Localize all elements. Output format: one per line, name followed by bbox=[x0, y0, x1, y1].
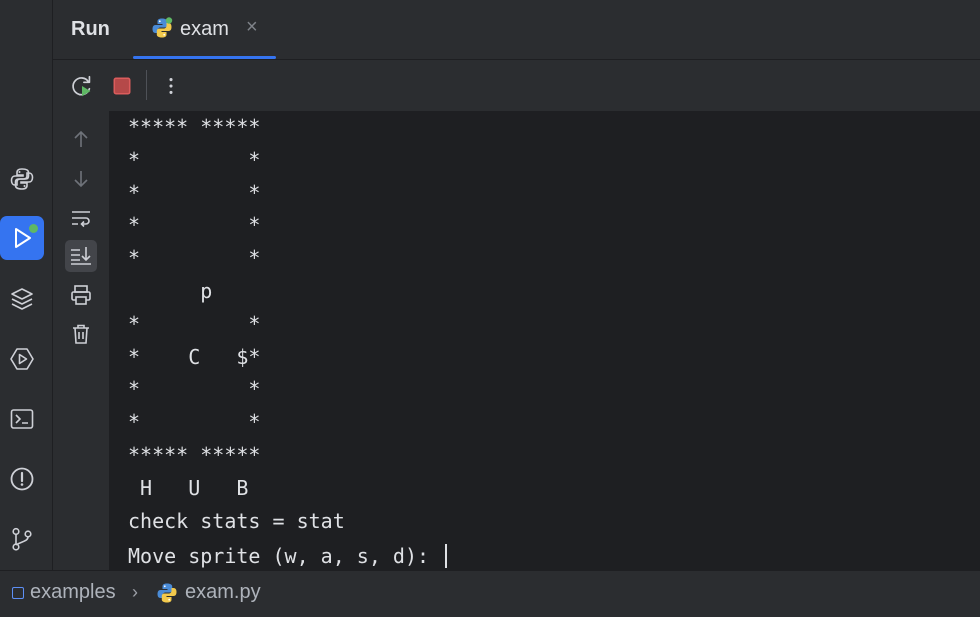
stop-button[interactable] bbox=[108, 72, 136, 100]
active-tab-indicator bbox=[133, 56, 276, 59]
print-button[interactable] bbox=[65, 279, 97, 311]
text-caret bbox=[445, 543, 448, 568]
git-icon bbox=[12, 527, 32, 551]
problems-icon bbox=[10, 467, 34, 491]
tool-window-title: Run bbox=[71, 18, 110, 40]
more-options-icon bbox=[169, 78, 173, 94]
console-line: * * bbox=[128, 246, 261, 271]
python-packages-icon bbox=[10, 168, 34, 190]
soft-wrap-icon bbox=[72, 211, 90, 228]
console-lines: ***** ***** * * * * * * * * p * * * C $*… bbox=[128, 113, 448, 570]
rerun-icon bbox=[72, 75, 91, 97]
run-tool-window-button[interactable] bbox=[0, 216, 44, 260]
problems-button[interactable] bbox=[0, 457, 44, 501]
input-prompt: Move sprite (w, a, s, d): bbox=[128, 543, 442, 568]
console-line: p bbox=[128, 278, 213, 303]
console-output[interactable]: ***** ***** * * * * * * * * p * * * C $*… bbox=[110, 111, 980, 570]
rerun-button[interactable] bbox=[68, 72, 96, 100]
console-line: H U B bbox=[128, 475, 249, 500]
services-icon bbox=[10, 348, 34, 370]
scroll-to-end-button[interactable] bbox=[65, 240, 97, 272]
scroll-to-end-icon bbox=[71, 247, 91, 265]
console-line: * C $* bbox=[128, 344, 261, 369]
console-line: check stats = stat bbox=[128, 508, 345, 533]
input-prompt-line[interactable]: Move sprite (w, a, s, d): bbox=[128, 539, 448, 570]
console-line: * * bbox=[128, 377, 261, 402]
scroll-up-icon bbox=[74, 130, 88, 147]
stop-icon bbox=[113, 77, 131, 95]
console-line: * * bbox=[128, 180, 261, 205]
breadcrumb-file[interactable]: exam.py bbox=[156, 581, 261, 604]
console-line: * * bbox=[128, 147, 261, 172]
soft-wrap-button[interactable] bbox=[65, 203, 97, 235]
console-line: ***** ***** bbox=[128, 442, 261, 467]
run-tool-window-header: Run exam × bbox=[53, 0, 980, 60]
run-toolbar bbox=[53, 60, 980, 111]
python-packages-button[interactable] bbox=[0, 157, 44, 201]
python-file-icon bbox=[152, 17, 173, 38]
scroll-down-icon bbox=[74, 171, 88, 188]
clear-all-button[interactable] bbox=[65, 318, 97, 350]
git-button[interactable] bbox=[0, 517, 44, 561]
terminal-icon bbox=[10, 409, 34, 429]
clear-all-icon bbox=[73, 324, 89, 344]
toolbar-separator bbox=[146, 70, 147, 100]
terminal-button[interactable] bbox=[0, 397, 44, 441]
scroll-down-button[interactable] bbox=[65, 163, 97, 195]
python-file-icon bbox=[157, 583, 177, 602]
status-bar: examples › exam.py bbox=[0, 570, 980, 617]
breadcrumb-separator: › bbox=[132, 582, 138, 602]
console-line: * * bbox=[128, 213, 261, 238]
breadcrumb-project-label: examples bbox=[30, 581, 116, 603]
tab-exam[interactable]: exam × bbox=[133, 0, 276, 59]
layers-icon bbox=[11, 288, 33, 310]
breadcrumb-project[interactable]: examples bbox=[12, 581, 116, 604]
tab-label: exam bbox=[180, 18, 229, 40]
folder-icon bbox=[12, 586, 24, 599]
scroll-up-button[interactable] bbox=[65, 123, 97, 155]
console-line: ***** ***** bbox=[128, 115, 261, 139]
activity-bar bbox=[0, 0, 53, 570]
console-line: * * bbox=[128, 410, 261, 435]
breadcrumb-file-label: exam.py bbox=[185, 581, 261, 603]
services-button[interactable] bbox=[0, 337, 44, 381]
console-actions-gutter bbox=[53, 111, 109, 570]
close-tab-icon[interactable]: × bbox=[246, 16, 258, 39]
running-indicator bbox=[29, 224, 38, 233]
layers-button[interactable] bbox=[0, 277, 44, 321]
console-line: * * bbox=[128, 311, 261, 336]
more-options-button[interactable] bbox=[157, 72, 185, 100]
print-icon bbox=[71, 285, 91, 305]
